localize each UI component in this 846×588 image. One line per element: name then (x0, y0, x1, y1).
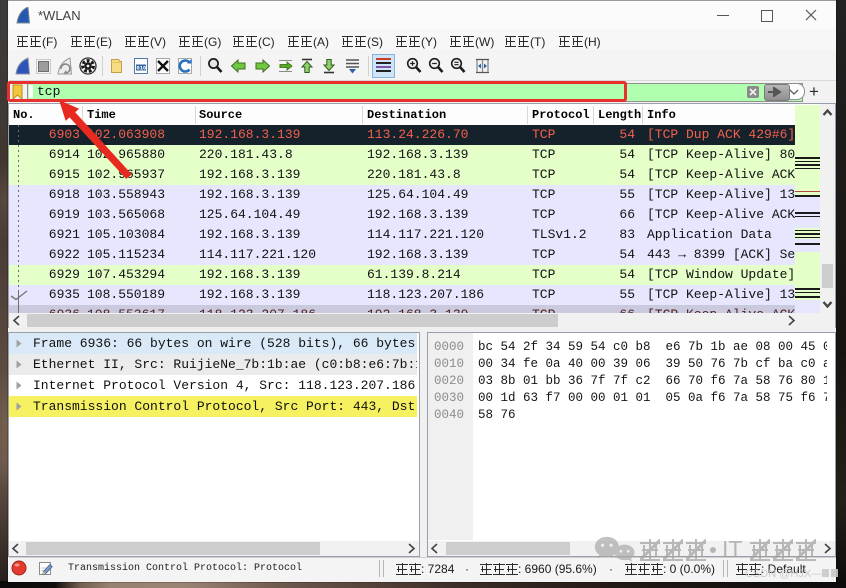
svg-text:010: 010 (136, 65, 146, 72)
